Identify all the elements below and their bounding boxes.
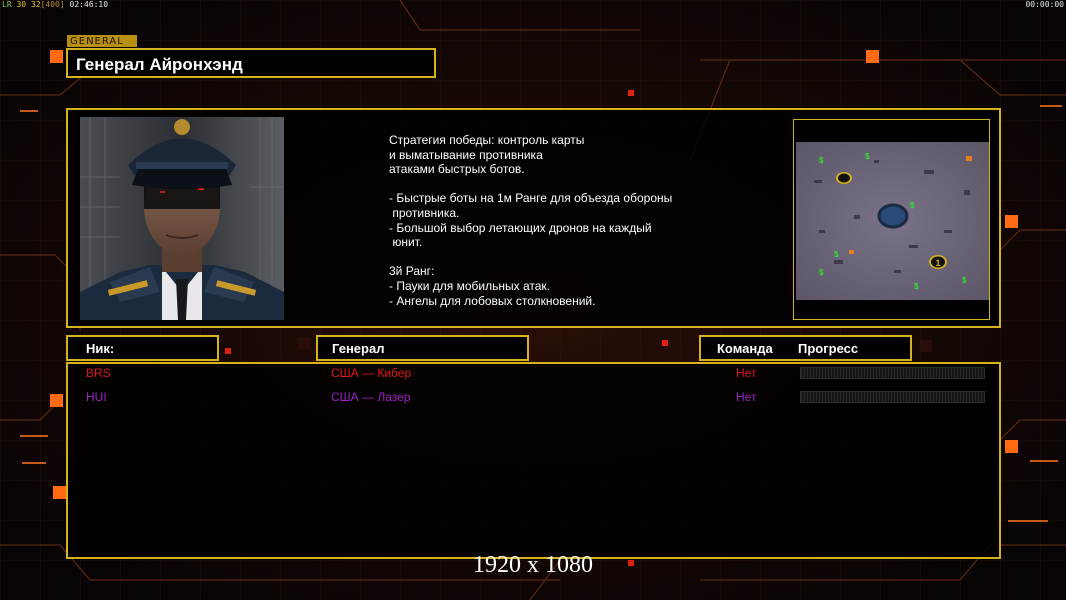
map-start-marker-1: 1 [935,258,940,268]
header-nick: Ник: [66,335,219,361]
svg-text:$: $ [819,268,824,277]
player-general: США — Кибер [331,366,412,380]
hud-limit: [400] [40,0,65,9]
svg-text:$: $ [865,152,870,161]
general-strategy-description: Стратегия победы: контроль карты и вымат… [389,133,673,308]
general-tag: GENERAL [67,35,137,47]
player-progress-bar [800,367,985,379]
header-team-progress: Команда Прогресс [699,335,912,361]
header-nick-label: Ник: [86,341,115,356]
fps-readout: LR 30 32[400] 02:46:10 [2,0,108,9]
general-name: Генерал Айронхэнд [76,55,243,74]
player-nick: BRS [86,366,111,380]
header-general-label: Генерал [332,341,385,356]
player-team: Нет [736,390,757,404]
general-title-box: Генерал Айронхэнд [66,48,436,78]
resolution-label: 1920 x 1080 [473,552,593,578]
header-team-label: Команда [717,341,773,356]
header-progress-label: Прогресс [798,341,859,356]
player-team: Нет [736,366,757,380]
map-preview[interactable]: 1 $ $ $ $ $ $ $ [793,119,990,320]
general-portrait [80,117,284,320]
svg-text:$: $ [910,201,915,210]
header-general: Генерал [316,335,529,361]
hud-fps: 30 [16,0,27,9]
svg-text:$: $ [914,282,919,291]
player-row: BRS США — Кибер Нет [0,366,1066,382]
svg-text:$: $ [819,156,824,165]
hud-fps2: 32 [30,0,41,9]
player-row: HUI США — Лазер Нет [0,390,1066,406]
hud-right-clock: 00:00:00 [1025,0,1064,9]
hud-lr: LR [2,0,12,9]
player-nick: HUI [86,390,107,404]
svg-text:$: $ [834,250,839,259]
player-general: США — Лазер [331,390,411,404]
player-progress-bar [800,391,985,403]
hud-clock: 02:46:10 [69,0,109,9]
svg-text:$: $ [962,276,967,285]
